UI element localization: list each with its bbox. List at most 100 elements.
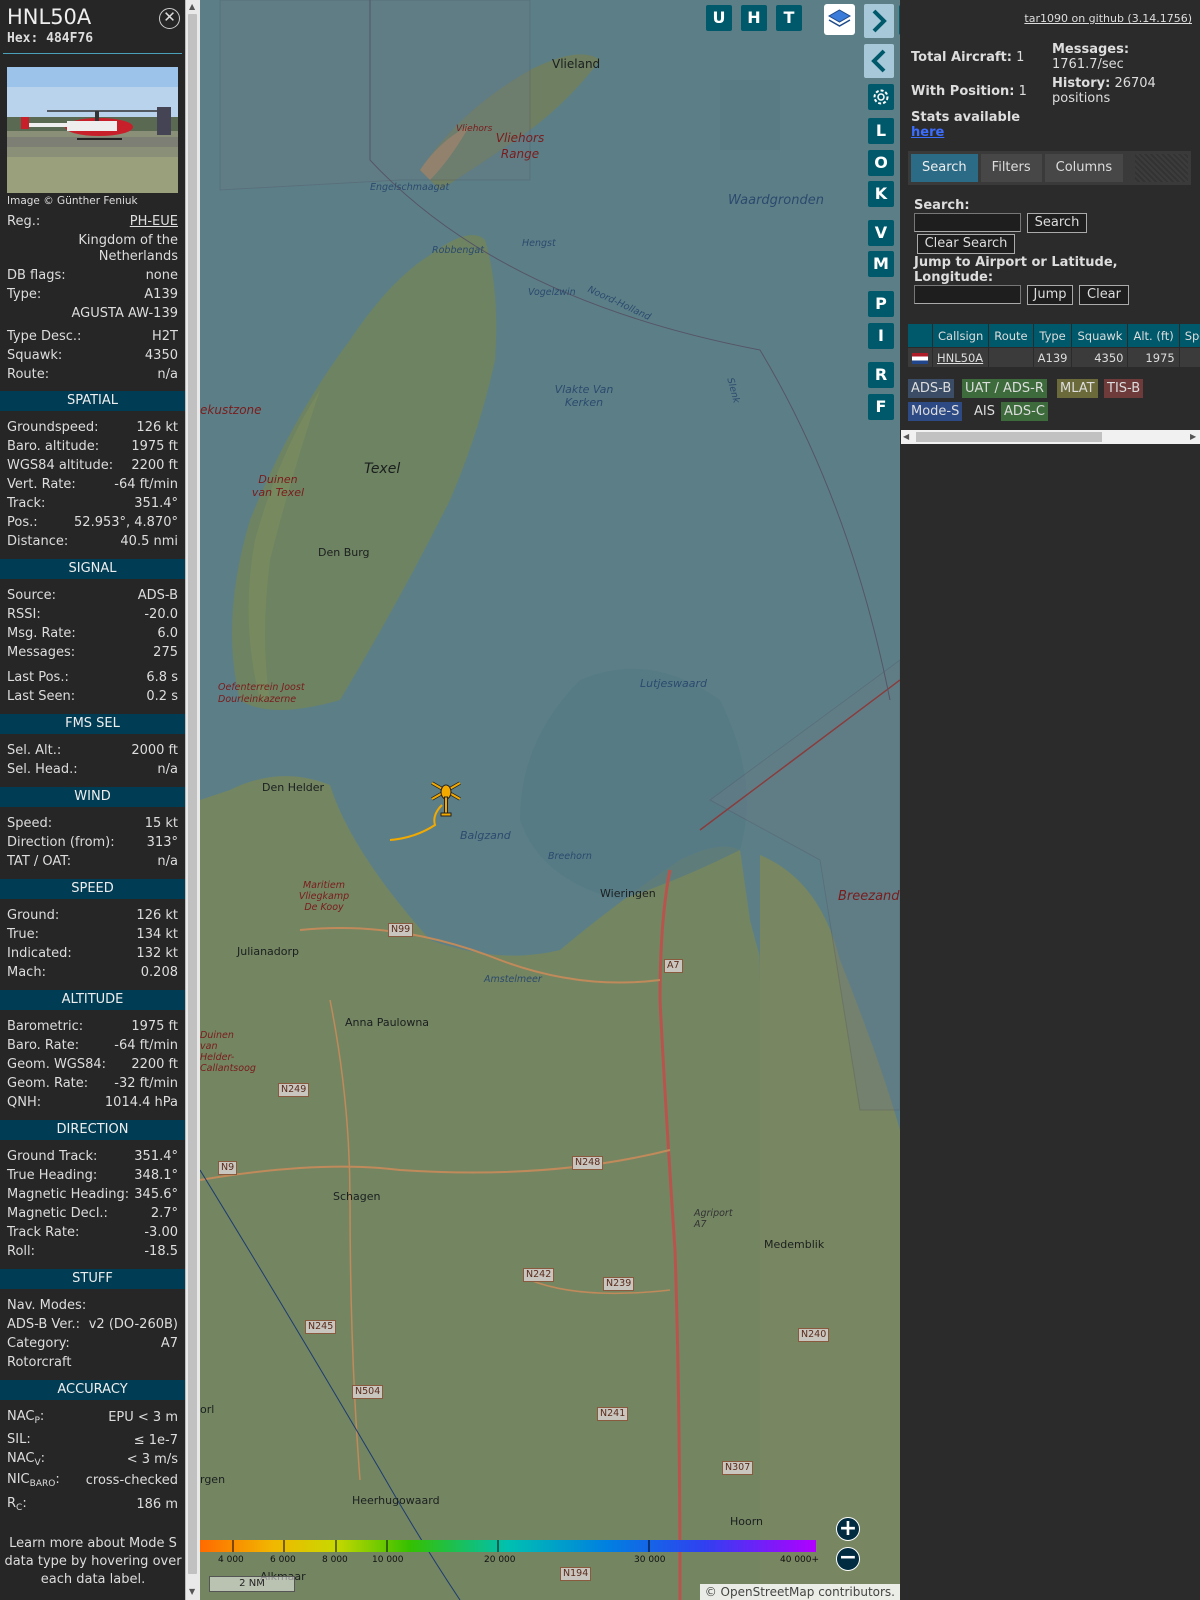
signal-label[interactable]: Msg. Rate: <box>7 626 76 641</box>
btn-i[interactable]: I <box>868 323 894 349</box>
stuff-label[interactable]: Nav. Modes: <box>7 1298 86 1313</box>
btn-t[interactable]: T <box>776 5 802 31</box>
scroll-right-arrow-icon[interactable]: ▶ <box>1190 432 1196 441</box>
zoom-out-icon[interactable]: − <box>836 1547 860 1571</box>
btn-m[interactable]: M <box>868 251 894 277</box>
stuff-label[interactable]: Rotorcraft <box>7 1355 71 1370</box>
btn-h[interactable]: H <box>741 5 767 31</box>
fms-row: Sel. Alt.: 2000 ft <box>7 741 178 760</box>
col-type[interactable]: Type <box>1032 323 1073 348</box>
signal-label[interactable]: RSSI: <box>7 607 41 622</box>
accuracy-label[interactable]: NICBARO: <box>7 1472 60 1489</box>
direction-label[interactable]: Magnetic Decl.: <box>7 1206 108 1221</box>
altitude-label[interactable]: Baro. Rate: <box>7 1038 79 1053</box>
wind-label[interactable]: Direction (from): <box>7 835 115 850</box>
altitude-label[interactable]: Geom. WGS84: <box>7 1057 106 1072</box>
helicopter-aircraft-icon[interactable] <box>428 777 464 821</box>
registration-link[interactable]: PH-EUE <box>130 214 178 229</box>
signal-label[interactable]: Last Seen: <box>7 689 75 704</box>
github-link[interactable]: tar1090 on github (3.14.1756) <box>1024 12 1192 25</box>
btn-l[interactable]: L <box>868 118 894 144</box>
messages-label: Messages: <box>1052 42 1130 57</box>
fms-label[interactable]: Sel. Head.: <box>7 762 78 777</box>
signal-value: 275 <box>153 645 178 660</box>
map-view[interactable]: Vlieland Vliehors Vliehors Range Engelsc… <box>200 0 900 1600</box>
stuff-label[interactable]: Category: <box>7 1336 70 1351</box>
signal-label[interactable]: Last Pos.: <box>7 670 69 685</box>
wind-label[interactable]: TAT / OAT: <box>7 854 71 869</box>
spatial-label[interactable]: Baro. altitude: <box>7 439 99 454</box>
close-panel-icon[interactable]: ✕ <box>159 8 180 29</box>
spatial-label[interactable]: Track: <box>7 496 45 511</box>
stats-here-link[interactable]: here <box>911 125 944 140</box>
altitude-row: Geom. Rate: -32 ft/min <box>7 1074 178 1093</box>
scroll-down-arrow-icon[interactable]: ▼ <box>189 1587 195 1596</box>
direction-label[interactable]: Roll: <box>7 1244 35 1259</box>
squawk-value: 4350 <box>144 348 178 363</box>
speed-label[interactable]: Mach: <box>7 965 46 980</box>
col-callsign[interactable]: Callsign <box>931 323 990 348</box>
sidebar-scrollbar-thumb[interactable] <box>188 14 197 1574</box>
col-route[interactable]: Route <box>988 323 1034 348</box>
speed-label[interactable]: Indicated: <box>7 946 72 961</box>
table-scrollbar-thumb[interactable] <box>916 432 1102 442</box>
col-squawk[interactable]: Squawk <box>1071 323 1129 348</box>
btn-r[interactable]: R <box>868 362 894 388</box>
stuff-label[interactable]: ADS-B Ver.: <box>7 1317 80 1332</box>
search-button[interactable]: Search <box>1027 213 1087 233</box>
direction-label[interactable]: Magnetic Heading: <box>7 1187 129 1202</box>
accuracy-label[interactable]: SIL: <box>7 1432 31 1449</box>
col-altitude[interactable]: Alt. (ft) <box>1127 323 1180 348</box>
signal-label[interactable]: Messages: <box>7 645 75 660</box>
accuracy-label[interactable]: NACV: <box>7 1451 45 1468</box>
speed-label[interactable]: True: <box>7 927 39 942</box>
direction-label[interactable]: Track Rate: <box>7 1225 79 1240</box>
btn-f[interactable]: F <box>868 394 894 420</box>
spatial-label[interactable]: WGS84 altitude: <box>7 458 113 473</box>
btn-u[interactable]: U <box>706 5 732 31</box>
tab-search[interactable]: Search <box>911 154 978 182</box>
place-robbengat: Robbengat <box>432 245 484 256</box>
direction-label[interactable]: Ground Track: <box>7 1149 97 1164</box>
jump-button[interactable]: Jump <box>1027 285 1073 305</box>
btn-k[interactable]: K <box>868 181 894 207</box>
search-input[interactable] <box>914 213 1021 232</box>
col-flag[interactable] <box>907 323 933 348</box>
spatial-label[interactable]: Pos.: <box>7 515 38 530</box>
spatial-label[interactable]: Groundspeed: <box>7 420 98 435</box>
osm-link[interactable]: OpenStreetMap <box>721 1585 815 1599</box>
aircraft-photo[interactable] <box>7 67 178 193</box>
table-row[interactable]: HNL50A A139 4350 1975 <box>907 347 1200 368</box>
altitude-label[interactable]: Geom. Rate: <box>7 1076 88 1091</box>
back-arrow-icon[interactable] <box>864 44 894 78</box>
clear-button[interactable]: Clear <box>1079 285 1129 305</box>
tab-filters[interactable]: Filters <box>980 154 1042 182</box>
speed-row: Ground: 126 kt <box>7 906 178 925</box>
scroll-left-arrow-icon[interactable]: ◀ <box>903 432 909 441</box>
jump-input[interactable] <box>914 285 1021 304</box>
settings-gear-icon[interactable] <box>868 84 894 110</box>
wind-label[interactable]: Speed: <box>7 816 52 831</box>
spatial-label[interactable]: Vert. Rate: <box>7 477 76 492</box>
clear-search-button[interactable]: Clear Search <box>917 234 1015 254</box>
zoom-in-icon[interactable]: + <box>836 1517 860 1541</box>
speed-label[interactable]: Ground: <box>7 908 59 923</box>
expand-right-icon[interactable] <box>864 4 894 38</box>
btn-o[interactable]: O <box>868 150 894 176</box>
altitude-label[interactable]: QNH: <box>7 1095 41 1110</box>
col-speed[interactable]: Spd. <box>1178 323 1200 348</box>
spatial-label[interactable]: Distance: <box>7 534 68 549</box>
layers-icon[interactable] <box>824 4 855 35</box>
row-callsign[interactable]: HNL50A <box>931 347 990 368</box>
row-type: A139 <box>1032 347 1073 368</box>
btn-p[interactable]: P <box>868 291 894 317</box>
accuracy-label[interactable]: NACP: <box>7 1409 44 1426</box>
direction-label[interactable]: True Heading: <box>7 1168 97 1183</box>
btn-v[interactable]: V <box>868 220 894 246</box>
tab-columns[interactable]: Columns <box>1044 154 1124 182</box>
scroll-up-arrow-icon[interactable]: ▲ <box>189 2 195 11</box>
signal-label[interactable]: Source: <box>7 588 56 603</box>
accuracy-label[interactable]: RC: <box>7 1496 27 1513</box>
fms-label[interactable]: Sel. Alt.: <box>7 743 61 758</box>
altitude-label[interactable]: Barometric: <box>7 1019 83 1034</box>
